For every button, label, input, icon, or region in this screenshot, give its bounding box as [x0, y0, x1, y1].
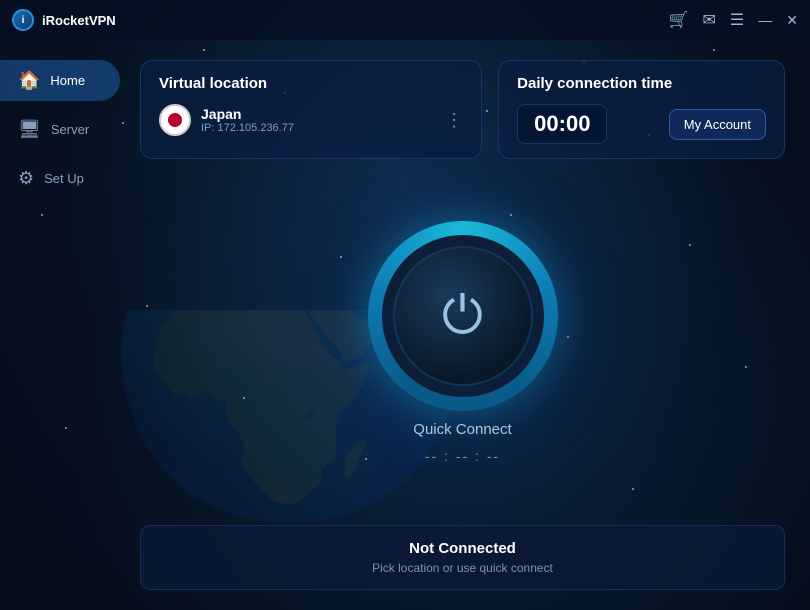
mail-icon[interactable]: ✉ — [703, 10, 716, 30]
app-logo-area: i iRocketVPN — [12, 9, 116, 31]
server-icon: 🖥 — [18, 119, 41, 140]
titlebar-controls: 🛒 ✉ ☰ — ✕ — [669, 10, 798, 30]
cart-icon[interactable]: 🛒 — [669, 10, 689, 30]
sidebar-item-home[interactable]: 🏠 Home — [0, 60, 120, 101]
connection-status: Not Connected — [161, 540, 764, 557]
power-ring-middle: ⏻ — [382, 235, 544, 397]
sidebar-item-server-label: Server — [51, 122, 89, 137]
japan-flag — [159, 104, 191, 136]
app-logo: i — [12, 9, 34, 31]
ip-address: IP: 172.105.236.77 — [201, 122, 294, 134]
content-area: Virtual location Japan IP: 172.105.236.7… — [130, 40, 810, 610]
power-icon: ⏻ — [442, 290, 483, 342]
home-icon: 🏠 — [18, 70, 40, 91]
main-layout: 🏠 Home 🖥 Server ⚙ Set Up Virtual locatio… — [0, 40, 810, 610]
session-timer: -- : -- : -- — [425, 448, 500, 464]
time-value: 00:00 — [517, 104, 607, 144]
location-card-title: Virtual location — [159, 75, 463, 92]
location-info: Japan IP: 172.105.236.77 — [159, 104, 294, 136]
minimize-button[interactable]: — — [758, 12, 772, 28]
my-account-button[interactable]: My Account — [669, 109, 766, 140]
more-options-button[interactable]: ⋮ — [445, 110, 463, 131]
quick-connect-label: Quick Connect — [413, 421, 511, 438]
status-hint: Pick location or use quick connect — [161, 561, 764, 575]
daily-time-card: Daily connection time 00:00 My Account — [498, 60, 785, 159]
time-display-row: 00:00 My Account — [517, 104, 766, 144]
titlebar: i iRocketVPN 🛒 ✉ ☰ — ✕ — [0, 0, 810, 40]
sidebar-item-server[interactable]: 🖥 Server — [0, 109, 120, 150]
sidebar-item-setup[interactable]: ⚙ Set Up — [0, 158, 120, 199]
menu-icon[interactable]: ☰ — [730, 10, 744, 30]
close-button[interactable]: ✕ — [786, 12, 798, 29]
sidebar: 🏠 Home 🖥 Server ⚙ Set Up — [0, 40, 130, 610]
country-name: Japan — [201, 106, 294, 122]
app-title: iRocketVPN — [42, 13, 116, 28]
power-button-area: ⏻ Quick Connect -- : -- : -- — [140, 175, 785, 509]
status-bar: Not Connected Pick location or use quick… — [140, 525, 785, 590]
power-button[interactable]: ⏻ — [368, 221, 558, 411]
virtual-location-card: Virtual location Japan IP: 172.105.236.7… — [140, 60, 482, 159]
location-row: Japan IP: 172.105.236.77 ⋮ — [159, 104, 463, 136]
power-ring-inner: ⏻ — [393, 246, 533, 386]
top-cards-row: Virtual location Japan IP: 172.105.236.7… — [140, 60, 785, 159]
time-card-title: Daily connection time — [517, 75, 766, 92]
sidebar-item-home-label: Home — [50, 73, 85, 88]
location-text: Japan IP: 172.105.236.77 — [201, 106, 294, 134]
setup-icon: ⚙ — [18, 168, 34, 189]
sidebar-item-setup-label: Set Up — [44, 171, 84, 186]
